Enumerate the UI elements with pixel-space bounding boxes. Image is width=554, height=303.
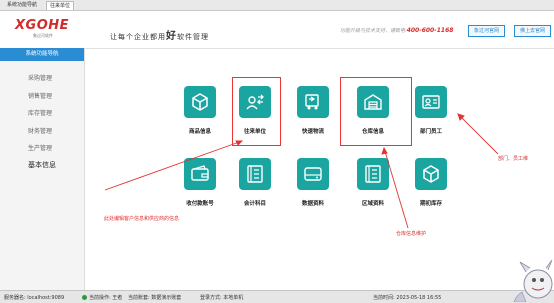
arrow-staff <box>457 113 499 155</box>
status-user-text: 当前操作: 王者 <box>89 295 123 301</box>
status-account: 当前账套: 数据演示账套 <box>128 295 182 301</box>
status-mode: 登录方式: 本地单机 <box>200 295 244 301</box>
status-bar: 服务器名: localhost:9089 当前操作: 王者 当前账套: 数据演示… <box>0 290 554 303</box>
annotation-arrows <box>104 113 499 229</box>
status-server: 服务器名: localhost:9089 <box>4 295 65 301</box>
annotation-warehouse: 仓库信息维护 <box>396 231 427 237</box>
annotation-contacts: 此处编辑客户信息和供应商的信息 <box>104 216 180 222</box>
annotation-staff: 部门、员工维 <box>498 156 529 162</box>
arrow-warehouse-head <box>381 146 388 155</box>
arrow-contacts <box>104 140 243 191</box>
status-date: 当前时间: 2023-05-18 16:55 <box>373 295 442 301</box>
status-user: 当前操作: 王者 <box>82 294 122 301</box>
arrow-contacts-head <box>235 140 244 146</box>
arrow-warehouse <box>383 147 409 229</box>
online-dot-icon <box>82 295 87 300</box>
mascot-illustration <box>513 259 553 302</box>
